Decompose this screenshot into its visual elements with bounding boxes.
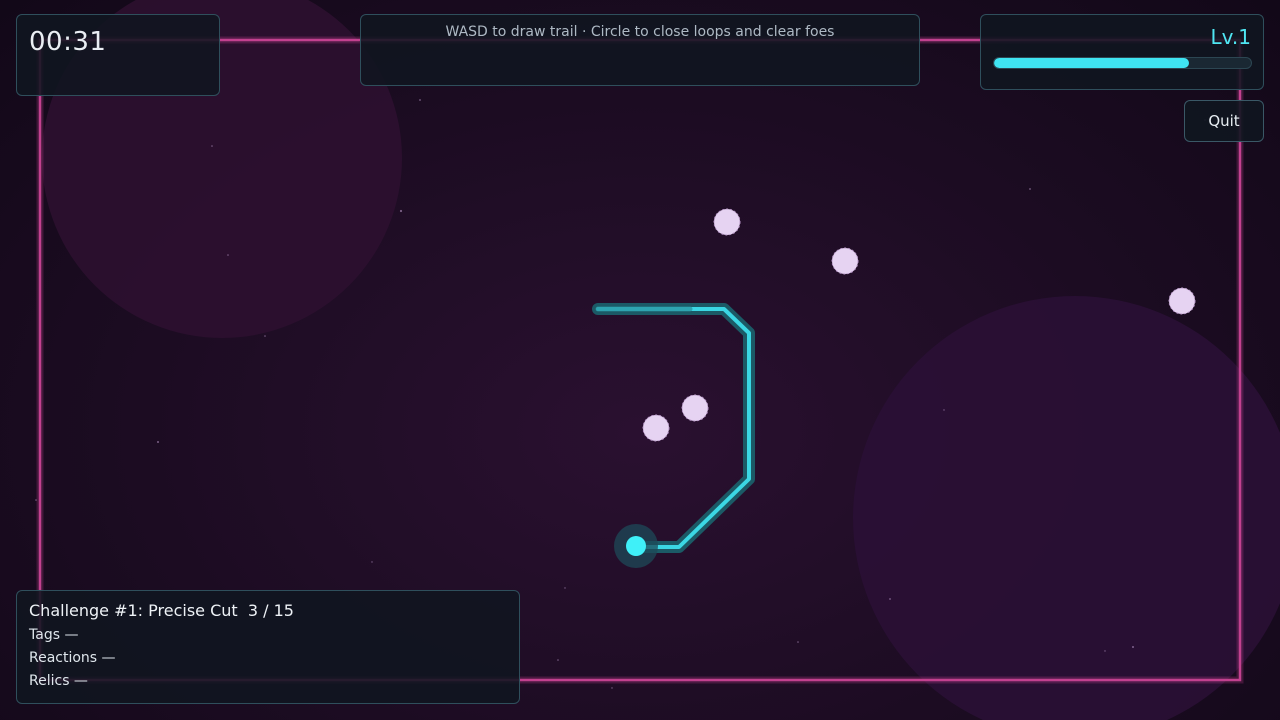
quit-button[interactable]: Quit bbox=[1184, 100, 1264, 142]
relics-line: Relics — bbox=[29, 673, 88, 689]
nebula-blob-bottom-right bbox=[853, 296, 1280, 720]
game-stage[interactable]: 00:31 WASD to draw trail · Circle to clo… bbox=[0, 0, 1280, 720]
level-panel: Lv.1 bbox=[980, 14, 1264, 90]
challenge-title-line: Challenge #1: Precise Cut 3 / 15 bbox=[29, 601, 294, 620]
trail-line bbox=[596, 307, 751, 549]
timer-panel: 00:31 bbox=[16, 14, 220, 96]
enemy-orb-icon bbox=[831, 247, 859, 275]
trail-glow bbox=[592, 303, 755, 553]
hint-panel: WASD to draw trail · Circle to close loo… bbox=[360, 14, 920, 86]
challenge-progress: 3 / 15 bbox=[247, 601, 294, 620]
level-label: Lv.1 bbox=[1210, 25, 1251, 49]
enemy-orb-icon bbox=[681, 394, 709, 422]
enemy-orb-icon bbox=[1168, 287, 1196, 315]
reactions-line: Reactions — bbox=[29, 650, 116, 666]
enemy-orb-icon bbox=[642, 414, 670, 442]
tags-line: Tags — bbox=[29, 627, 79, 643]
player-orb-icon bbox=[626, 536, 646, 556]
controls-hint: WASD to draw trail · Circle to close loo… bbox=[445, 24, 835, 40]
timer-display: 00:31 bbox=[29, 27, 107, 57]
enemy-orb-icon bbox=[713, 208, 741, 236]
challenge-panel: Challenge #1: Precise Cut 3 / 15 Tags — … bbox=[16, 590, 520, 704]
xp-progress-bar bbox=[993, 57, 1252, 69]
challenge-title: Challenge #1: Precise Cut bbox=[29, 601, 238, 620]
xp-progress-fill bbox=[994, 58, 1190, 68]
